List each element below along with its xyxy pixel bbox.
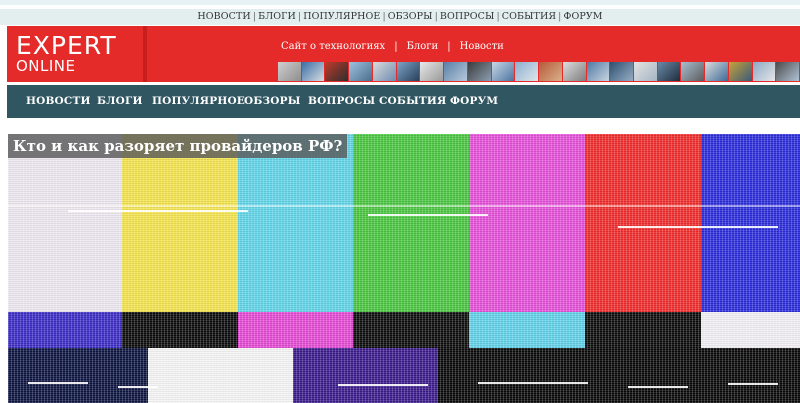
header-links: Сайт о технологиях | Блоги | Новости (281, 41, 504, 52)
top-nav-separator: | (434, 11, 438, 22)
strip-thumbnail (776, 62, 800, 81)
main-nav: НОВОСТИ БЛОГИ ПОПУЛЯРНОЕ ОБЗОРЫ ВОПРОСЫ … (7, 85, 800, 118)
strip-thumbnail (539, 62, 563, 81)
glitch-line (338, 384, 428, 386)
strip-thumbnail (467, 62, 492, 81)
article-hero-image[interactable] (8, 134, 800, 403)
nav-item-questions[interactable]: ВОПРОСЫ (308, 85, 375, 118)
glitch-line (118, 386, 158, 388)
top-nav-separator: | (382, 11, 386, 22)
strip-thumbnail (586, 62, 611, 81)
strip-thumbnail (681, 62, 706, 81)
static-noise-overlay (8, 134, 800, 403)
strip-thumbnail (515, 62, 540, 81)
strip-thumbnail (752, 62, 777, 81)
strip-thumbnail (349, 62, 373, 81)
top-nav-forum[interactable]: ФОРУМ (563, 11, 602, 22)
logo-line2: ONLINE (16, 57, 76, 75)
article-title[interactable]: Кто и как разоряет провайдеров РФ? (8, 134, 348, 158)
header-link-separator: | (394, 41, 398, 52)
top-stripe (0, 0, 800, 5)
nav-item-popular[interactable]: ПОПУЛЯРНОЕ (152, 85, 245, 118)
glitch-line (478, 382, 588, 384)
strip-thumbnail (444, 62, 468, 81)
top-nav-popular[interactable]: ПОПУЛЯРНОЕ (303, 11, 380, 22)
strip-thumbnail (562, 62, 587, 81)
strip-thumbnail (728, 62, 753, 81)
strip-thumbnail (491, 62, 516, 81)
strip-thumbnail (657, 62, 682, 81)
top-nav-blogs[interactable]: БЛОГИ (258, 11, 296, 22)
top-nav-separator: | (496, 11, 500, 22)
strip-thumbnail (278, 62, 302, 81)
site-logo[interactable]: EXPERT ONLINE (7, 26, 147, 82)
nav-item-news[interactable]: НОВОСТИ (26, 85, 91, 118)
top-nav-separator: | (252, 11, 257, 22)
glitch-line (8, 205, 800, 207)
glitch-line (68, 210, 248, 212)
glitch-line (728, 383, 778, 385)
glitch-line (628, 386, 688, 388)
glitch-line (618, 226, 778, 228)
header-link-blogs[interactable]: Блоги (407, 41, 439, 52)
header-link-about[interactable]: Сайт о технологиях (281, 41, 385, 52)
strip-thumbnail (420, 62, 445, 81)
site-header: EXPERT ONLINE Сайт о технологиях | Блоги | Н… (7, 26, 800, 82)
nav-item-forum[interactable]: ФОРУМ (450, 85, 498, 118)
header-link-news[interactable]: Новости (460, 41, 504, 52)
strip-thumbnail (372, 62, 397, 81)
strip-thumbnail (325, 62, 350, 81)
header-link-separator: | (447, 41, 451, 52)
top-nav-news[interactable]: НОВОСТИ (197, 11, 250, 22)
strip-thumbnail (301, 62, 326, 81)
logo-shadow (143, 26, 147, 82)
top-nav-questions[interactable]: ВОПРОСЫ (440, 11, 495, 22)
nav-item-reviews[interactable]: ОБЗОРЫ (244, 85, 301, 118)
strip-thumbnail (705, 62, 729, 81)
top-nav-reviews[interactable]: ОБЗОРЫ (388, 11, 433, 22)
glitch-line (368, 214, 488, 216)
tech-image-strip (278, 62, 800, 81)
top-nav-events[interactable]: СОБЫТИЯ (502, 11, 556, 22)
strip-thumbnail (634, 62, 658, 81)
top-nav: НОВОСТИ | БЛОГИ | ПОПУЛЯРНОЕ | ОБЗОРЫ | ВОПРОСЫ |… (0, 9, 800, 25)
glitch-line (28, 382, 88, 384)
strip-thumbnail (396, 62, 421, 81)
strip-thumbnail (610, 62, 635, 81)
nav-item-events[interactable]: СОБЫТИЯ (379, 85, 447, 118)
nav-item-blogs[interactable]: БЛОГИ (97, 85, 143, 118)
